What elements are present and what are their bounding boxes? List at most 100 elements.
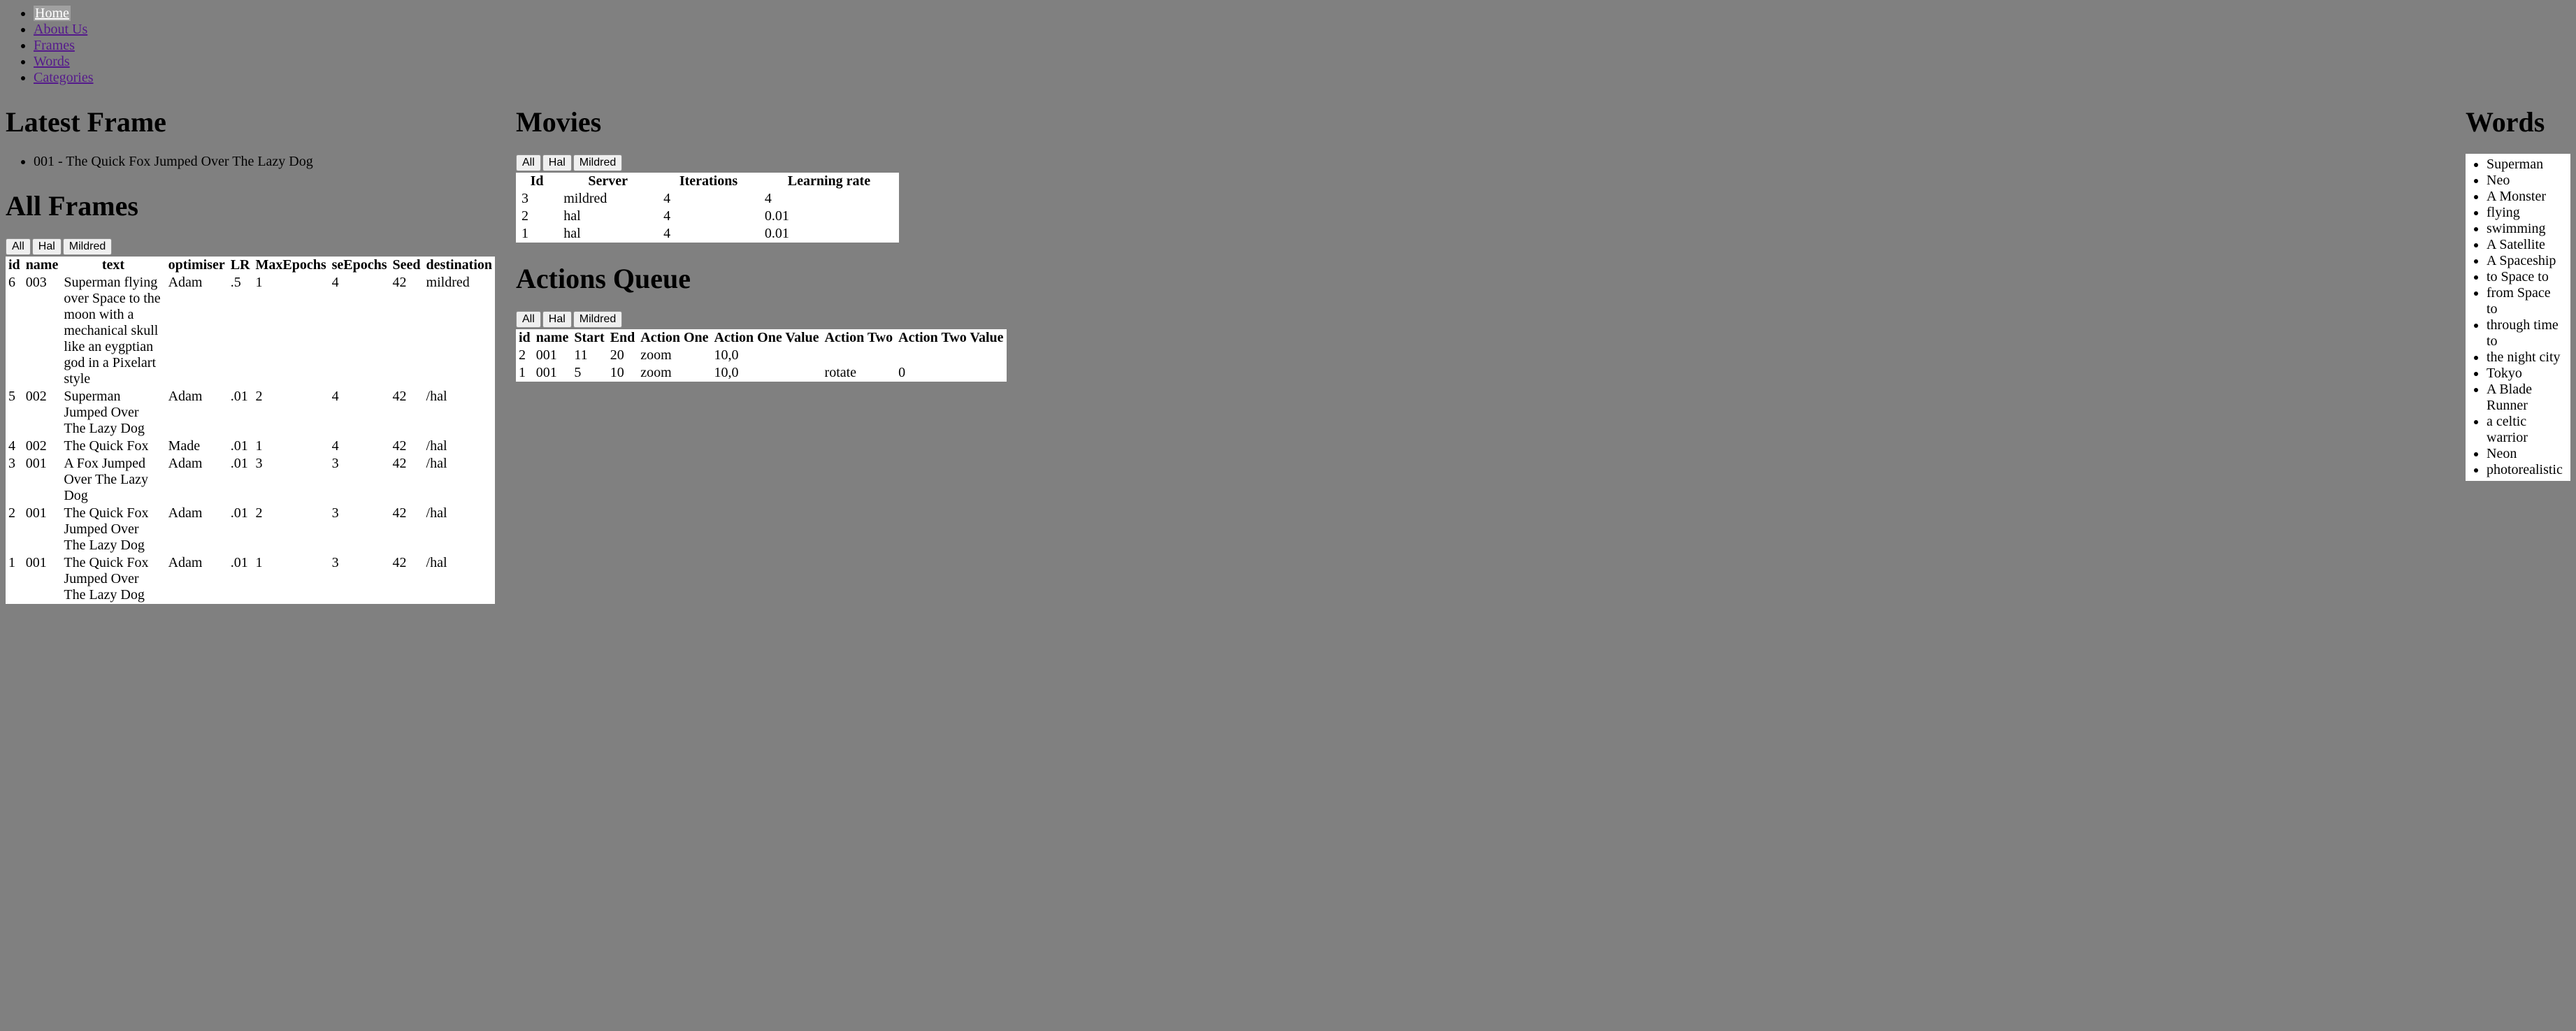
word-item: from Space to <box>2487 285 2565 317</box>
word-item: A Satellite <box>2487 237 2565 253</box>
frames-filter-mildred[interactable]: Mildred <box>63 238 112 255</box>
frames-header: Seed <box>390 257 424 274</box>
actions-filter-hal[interactable]: Hal <box>542 311 572 328</box>
nav-link-home[interactable]: Home <box>34 6 71 21</box>
cell: 2 <box>253 505 329 554</box>
frames-header: name <box>23 257 62 274</box>
actions-header: name <box>533 329 572 347</box>
cell: A Fox Jumped Over The Lazy Dog <box>61 455 165 505</box>
movies-header: Id <box>516 173 558 190</box>
actions-header: Start <box>571 329 607 347</box>
cell: /hal <box>424 505 495 554</box>
all-frames-heading: All Frames <box>6 189 495 222</box>
cell: 1 <box>516 225 558 243</box>
actions-header: id <box>516 329 533 347</box>
cell: 001 <box>23 455 62 505</box>
cell: 1 <box>253 274 329 388</box>
nav-link-categories[interactable]: Categories <box>34 70 94 85</box>
cell: 3 <box>329 455 390 505</box>
movies-filter-hal[interactable]: Hal <box>542 154 572 171</box>
cell: 4 <box>658 190 759 208</box>
cell: /hal <box>424 554 495 604</box>
frames-header: LR <box>228 257 253 274</box>
cell: 4 <box>658 208 759 225</box>
nav-link-words[interactable]: Words <box>34 54 70 69</box>
word-item: Tokyo <box>2487 366 2565 382</box>
word-item: A Blade Runner <box>2487 382 2565 414</box>
actions-header: Action Two <box>822 329 896 347</box>
cell: hal <box>558 208 658 225</box>
word-item: flying <box>2487 205 2565 221</box>
frames-header: MaxEpochs <box>253 257 329 274</box>
word-item: A Monster <box>2487 189 2565 205</box>
cell: 2 <box>6 505 23 554</box>
frames-header: destination <box>424 257 495 274</box>
cell: Adam <box>166 505 228 554</box>
cell: /hal <box>424 388 495 438</box>
table-row: 2001The Quick Fox Jumped Over The Lazy D… <box>6 505 495 554</box>
cell: 42 <box>390 554 424 604</box>
cell: 002 <box>23 388 62 438</box>
cell: 42 <box>390 274 424 388</box>
cell: .5 <box>228 274 253 388</box>
cell: 3 <box>329 505 390 554</box>
movies-heading: Movies <box>516 106 2445 138</box>
movies-header: Server <box>558 173 658 190</box>
cell: 3 <box>253 455 329 505</box>
frames-filter-all[interactable]: All <box>6 238 31 255</box>
cell: The Quick Fox <box>61 438 165 455</box>
main-nav: HomeAbout UsFramesWordsCategories <box>6 6 2570 86</box>
cell: Adam <box>166 455 228 505</box>
word-item: Neon <box>2487 446 2565 462</box>
frames-header: text <box>61 257 165 274</box>
frames-header: seEpochs <box>329 257 390 274</box>
cell: Adam <box>166 274 228 388</box>
cell: mildred <box>558 190 658 208</box>
cell: 001 <box>23 505 62 554</box>
word-item: to Space to <box>2487 269 2565 285</box>
cell: 42 <box>390 438 424 455</box>
table-row: 1001The Quick Fox Jumped Over The Lazy D… <box>6 554 495 604</box>
nav-link-frames[interactable]: Frames <box>34 38 75 53</box>
cell: 0.01 <box>759 225 899 243</box>
cell: 003 <box>23 274 62 388</box>
actions-header: Action Two Value <box>895 329 1006 347</box>
cell: rotate <box>822 364 896 382</box>
cell: 3 <box>6 455 23 505</box>
movies-header: Learning rate <box>759 173 899 190</box>
cell <box>822 347 896 364</box>
cell: 0.01 <box>759 208 899 225</box>
cell: Superman Jumped Over The Lazy Dog <box>61 388 165 438</box>
cell: zoom <box>638 364 711 382</box>
table-row: 3mildred44 <box>516 190 899 208</box>
cell: 2 <box>516 347 533 364</box>
cell <box>895 347 1006 364</box>
cell: Superman flying over Space to the moon w… <box>61 274 165 388</box>
actions-filter-mildred[interactable]: Mildred <box>573 311 622 328</box>
actions-filter-bar: AllHalMildred <box>516 311 622 328</box>
cell: Adam <box>166 388 228 438</box>
movies-filter-all[interactable]: All <box>516 154 541 171</box>
word-item: Neo <box>2487 173 2565 189</box>
latest-frame-item: 001 - The Quick Fox Jumped Over The Lazy… <box>34 154 495 170</box>
cell: The Quick Fox Jumped Over The Lazy Dog <box>61 505 165 554</box>
nav-link-about-us[interactable]: About Us <box>34 22 87 37</box>
cell: 3 <box>516 190 558 208</box>
cell: 2 <box>516 208 558 225</box>
cell: 42 <box>390 455 424 505</box>
table-row: 5002Superman Jumped Over The Lazy DogAda… <box>6 388 495 438</box>
movies-filter-mildred[interactable]: Mildred <box>573 154 622 171</box>
cell: 6 <box>6 274 23 388</box>
table-row: 4002The Quick FoxMade.011442/hal <box>6 438 495 455</box>
cell: 4 <box>759 190 899 208</box>
word-item: the night city <box>2487 349 2565 366</box>
words-box: SupermanNeoA MonsterflyingswimmingA Sate… <box>2466 154 2570 481</box>
cell: 1 <box>253 554 329 604</box>
actions-filter-all[interactable]: All <box>516 311 541 328</box>
cell: mildred <box>424 274 495 388</box>
cell: 11 <box>571 347 607 364</box>
cell: 1 <box>6 554 23 604</box>
cell: 4 <box>329 438 390 455</box>
frames-filter-hal[interactable]: Hal <box>32 238 62 255</box>
table-row: 6003Superman flying over Space to the mo… <box>6 274 495 388</box>
